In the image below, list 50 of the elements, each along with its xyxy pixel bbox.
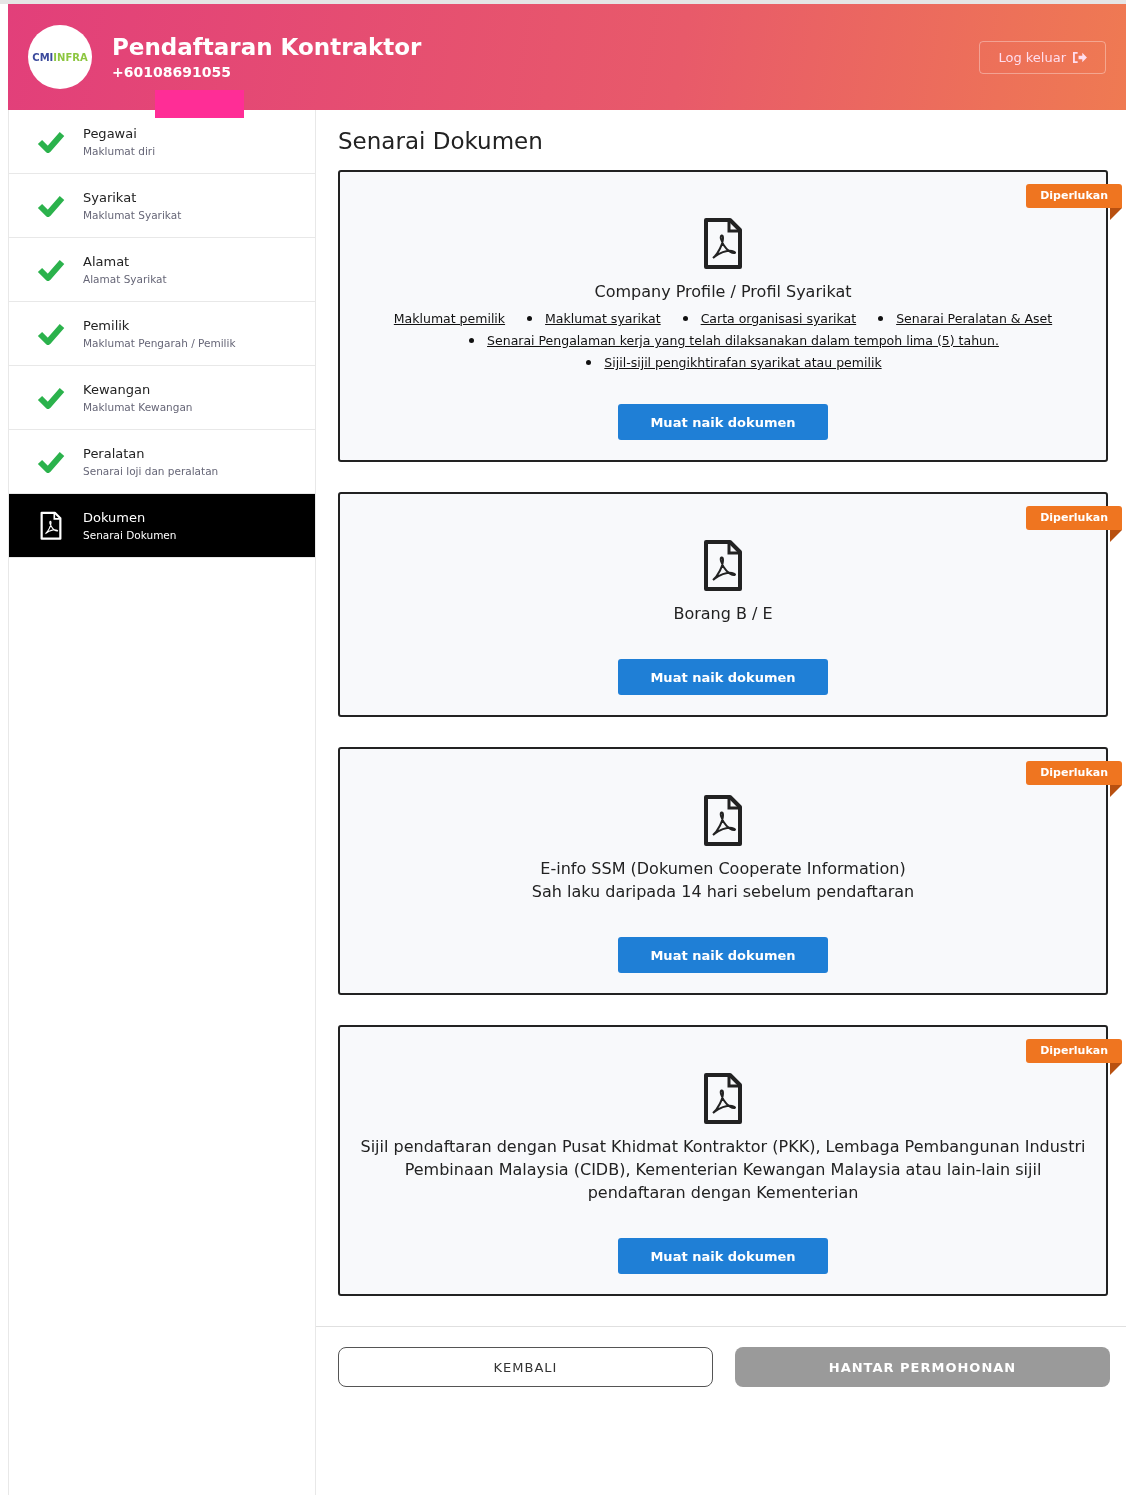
- bullet-icon: [586, 360, 592, 365]
- page-title: Pendaftaran Kontraktor: [112, 34, 423, 60]
- document-link[interactable]: Maklumat syarikat: [545, 311, 661, 326]
- pdf-file-icon: [703, 795, 743, 847]
- document-title: Borang B / E: [673, 603, 773, 625]
- check-icon: [37, 130, 65, 153]
- document-title: Sijil pendaftaran dengan Pusat Khidmat Kontraktor (PKK), Lembaga Pembangunan Industri Pembinaan Malaysia (CIDB), Kementerian Kewangan Malaysia atau lain-lain sijil pendaftaran dengan Kementerian: [359, 1136, 1087, 1204]
- back-button[interactable]: KEMBALI: [338, 1347, 713, 1387]
- document-link[interactable]: Maklumat pemilik: [393, 311, 506, 326]
- check-icon: [37, 258, 65, 281]
- document-link[interactable]: Carta organisasi syarikat: [700, 311, 857, 326]
- pdf-file-icon: [703, 540, 743, 592]
- ribbon-fold: [1110, 1063, 1122, 1075]
- sidebar-item[interactable]: Kewangan Maklumat Kewangan: [9, 366, 315, 430]
- ribbon-fold: [1110, 208, 1122, 220]
- company-logo: CMIINFRA: [28, 25, 92, 89]
- phone-number: +60108691055: [112, 64, 232, 80]
- ribbon-fold: [1110, 785, 1122, 797]
- document-link[interactable]: Sijil-sijil pengikhtirafan syarikat atau pemilik: [604, 355, 882, 370]
- pdf-file-icon: [703, 218, 743, 270]
- check-icon: [37, 386, 65, 409]
- sidebar-item[interactable]: Pemilik Maklumat Pengarah / Pemilik: [9, 302, 315, 366]
- ribbon-fold: [1110, 530, 1122, 542]
- upload-button[interactable]: Muat naik dokumen: [618, 937, 828, 973]
- document-title: E-info SSM (Dokumen Cooperate Information) Sah laku daripada 14 hari sebelum pendaftaran: [531, 858, 915, 903]
- section-heading: Senarai Dokumen: [338, 128, 544, 154]
- sidebar-item[interactable]: Dokumen Senarai Dokumen: [9, 494, 315, 558]
- document-link[interactable]: Senarai Peralatan & Aset: [896, 311, 1053, 326]
- sign-out-icon: [1072, 50, 1087, 64]
- sidebar-item[interactable]: Pegawai Maklumat diri: [9, 110, 315, 174]
- check-icon: [37, 322, 65, 345]
- upload-button[interactable]: Muat naik dokumen: [618, 659, 828, 695]
- document-title: Company Profile / Profil Syarikat: [594, 281, 852, 303]
- bullet-icon: [682, 316, 688, 321]
- upload-button[interactable]: Muat naik dokumen: [618, 1238, 828, 1274]
- bullet-icon: [469, 338, 475, 343]
- required-ribbon: Diperlukan: [1026, 1039, 1122, 1063]
- upload-button[interactable]: Muat naik dokumen: [618, 404, 828, 440]
- required-ribbon: Diperlukan: [1026, 506, 1122, 530]
- sidebar-item[interactable]: Syarikat Maklumat Syarikat: [9, 174, 315, 238]
- sidebar-item[interactable]: Alamat Alamat Syarikat: [9, 238, 315, 302]
- bullet-icon: [527, 316, 533, 321]
- required-ribbon: Diperlukan: [1026, 761, 1122, 785]
- document-link[interactable]: Senarai Pengalaman kerja yang telah dilaksanakan dalam tempoh lima (5) tahun.: [487, 333, 999, 348]
- pdf-file-icon: [40, 510, 62, 541]
- check-icon: [37, 194, 65, 217]
- check-icon: [37, 450, 65, 473]
- bullet-icon: [878, 316, 884, 321]
- pdf-file-icon: [703, 1073, 743, 1125]
- required-ribbon: Diperlukan: [1026, 184, 1122, 208]
